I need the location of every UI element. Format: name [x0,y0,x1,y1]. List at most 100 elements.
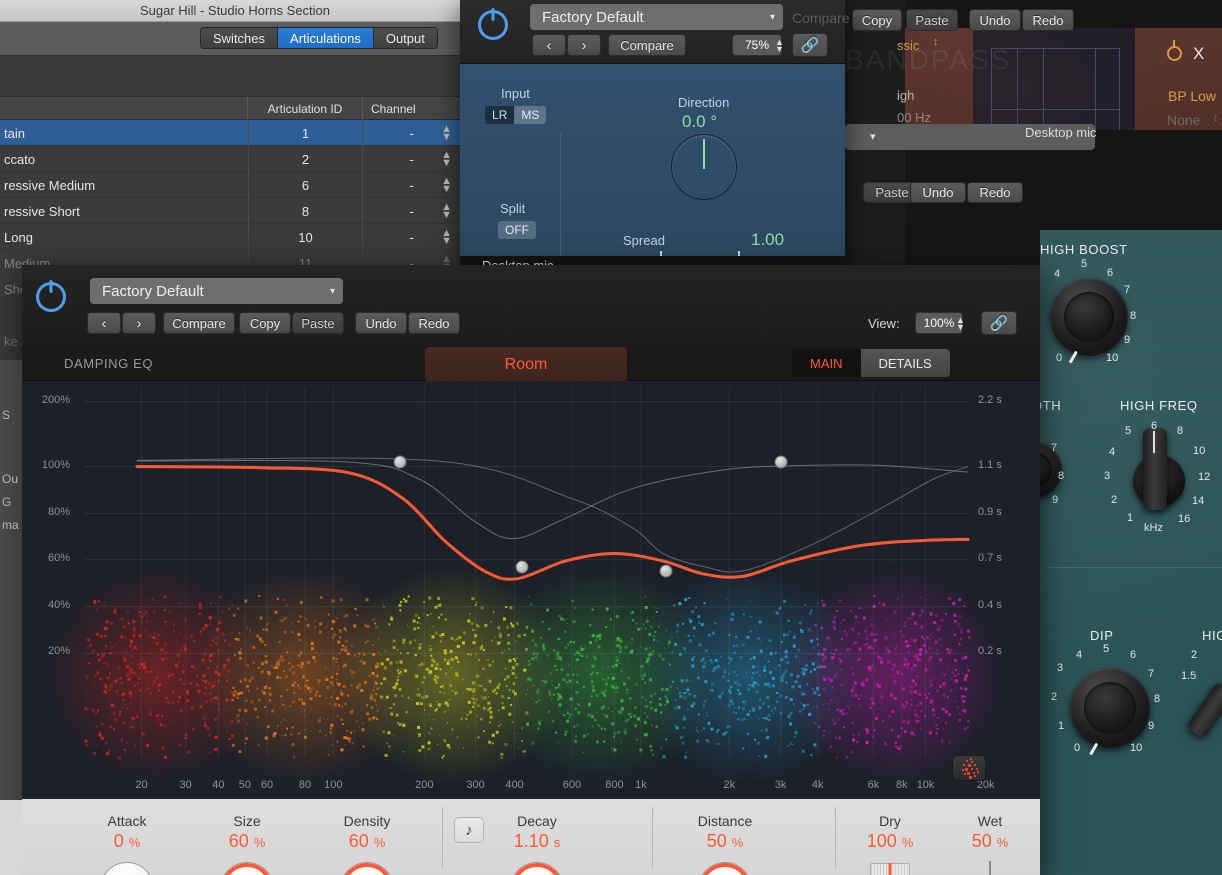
redo-button[interactable]: Redo [408,312,460,334]
tab-articulations[interactable]: Articulations [278,28,374,48]
copy-button[interactable]: Copy [852,9,902,31]
attack-knob[interactable] [100,862,154,875]
particles-icon[interactable] [952,755,986,781]
table-row[interactable]: Long 10 - ▲▼ [0,224,470,250]
tick-5: 5 [1103,643,1109,655]
chevron-down-icon[interactable]: ▾ [870,130,876,143]
eq-control-point[interactable] [393,456,406,469]
table-row[interactable]: tain 1 - ▲▼ [0,120,470,146]
zoom-stepper[interactable]: ▲▼ [775,39,784,53]
tab-main[interactable]: MAIN [792,349,861,377]
room-tab[interactable]: Room [425,347,627,383]
power-icon[interactable] [478,10,508,40]
high-freq-lever[interactable] [1143,428,1167,510]
x-axis-tick: 100 [324,779,342,791]
tick-9: 9 [1124,334,1130,346]
density-knob[interactable] [340,862,394,875]
param-label: Wet [940,813,1040,829]
prev-preset-button[interactable]: ‹ [87,312,121,334]
compare-button-ghost[interactable]: Compare [792,10,850,26]
second-track-name: Desktop mic [1025,125,1097,140]
table-row[interactable]: ccato 2 - ▲▼ [0,146,470,172]
param-attack[interactable]: Attack 0 % [82,813,172,852]
power-icon-stem [1173,40,1175,48]
paste-button[interactable]: Paste [906,9,958,31]
tick-7: 7 [1124,284,1130,296]
preset-selector[interactable]: Factory Default ▾ [90,278,343,304]
tick-16: 16 [1178,513,1190,525]
dry-slider[interactable] [870,863,910,875]
distance-knob[interactable] [698,862,752,875]
input-mode-selector: LR MS [485,106,546,124]
param-wet[interactable]: Wet 50 % [940,813,1040,852]
input-mode-lr[interactable]: LR [485,106,514,124]
power-icon[interactable] [36,282,66,312]
high-boost-knob[interactable] [1050,278,1128,356]
split-value[interactable]: OFF [498,221,536,239]
param-decay[interactable]: Decay 1.10 s [482,813,592,852]
y-axis-tick-right: 2.2 s [978,394,1024,406]
eq-control-point[interactable] [515,561,528,574]
size-knob[interactable] [220,862,274,875]
dry-slider-thumb[interactable] [889,863,892,875]
undo-button[interactable]: Undo [969,9,1021,31]
channel-stepper[interactable]: ▲▼ [441,125,452,141]
decay-knob[interactable] [510,862,564,875]
prev-preset-button[interactable]: ‹ [532,34,566,56]
copy-button[interactable]: Copy [239,312,291,334]
input-mode-ms[interactable]: MS [514,106,546,124]
bandpass-none-label[interactable]: None [1167,112,1200,128]
param-dry[interactable]: Dry 100 % [840,813,940,852]
undo-button[interactable]: Undo [355,312,407,334]
table-row[interactable]: ressive Medium 6 - ▲▼ [0,172,470,198]
next-preset-button[interactable]: › [567,34,601,56]
space-designer-header: Factory Default ▾ ‹ › Compare Copy Paste… [22,265,1040,345]
chevron-updown-icon[interactable]: ↕ [1213,112,1219,124]
bandpass-freq-label: 00 Hz [897,110,931,125]
table-row[interactable]: ressive Short 8 - ▲▼ [0,198,470,224]
y-axis-tick-right: 0.7 s [978,552,1024,564]
second-redo-button[interactable]: Redo [967,182,1023,203]
param-size[interactable]: Size 60 % [202,813,292,852]
param-distance[interactable]: Distance 50 % [670,813,780,852]
param-divider [442,807,443,869]
screen-root: Sugar Hill - Studio Horns Section Switch… [0,0,1222,875]
y-axis-tick-left: 60% [24,552,70,564]
direction-mixer-body: Input LR MS Split OFF Direction 0.0 ° Sp… [460,64,845,256]
tick-4: 4 [1109,446,1115,458]
tab-switches[interactable]: Switches [201,28,278,48]
note-icon[interactable]: ♪ [454,817,484,843]
channel-stepper[interactable]: ▲▼ [441,151,452,167]
direction-knob[interactable] [671,134,737,200]
channel-stepper[interactable]: ▲▼ [441,229,452,245]
channel-stepper[interactable]: ▲▼ [441,177,452,193]
param-unit: % [902,835,914,850]
second-undo-button[interactable]: Undo [910,182,966,203]
dip-knob[interactable] [1070,668,1150,748]
eq-control-point[interactable] [774,456,787,469]
tab-output[interactable]: Output [374,28,437,48]
compare-button[interactable]: Compare [608,34,686,56]
power-icon[interactable] [1167,46,1182,61]
eq-control-point[interactable] [659,564,672,577]
x-axis-tick: 50 [239,779,251,791]
link-icon[interactable]: 🔗 [792,33,828,57]
high-right-lever[interactable] [1186,681,1222,739]
view-stepper[interactable]: ▲▼ [956,317,965,331]
tick-9: 9 [1148,720,1154,732]
compare-button[interactable]: Compare [163,312,235,334]
damping-eq-graph[interactable]: 200%100%80%60%40%20%2.2 s1.1 s0.9 s0.7 s… [22,381,1040,799]
space-designer-parameters: Attack 0 % Size 60 % Density 60 % ♪ Deca… [22,799,1040,875]
link-icon[interactable]: 🔗 [981,311,1017,335]
x-axis-tick: 6k [868,779,880,791]
paste-button[interactable]: Paste [292,312,344,334]
next-preset-button[interactable]: › [122,312,156,334]
channel-stepper[interactable]: ▲▼ [441,203,452,219]
tab-details[interactable]: DETAILS [861,349,950,377]
preset-selector[interactable]: Factory Default ▾ [530,4,783,30]
wet-slider[interactable] [989,861,991,875]
damping-eq-label: DAMPING EQ [64,356,153,371]
tick-0: 0 [1074,742,1080,754]
redo-button[interactable]: Redo [1022,9,1074,31]
param-density[interactable]: Density 60 % [322,813,412,852]
